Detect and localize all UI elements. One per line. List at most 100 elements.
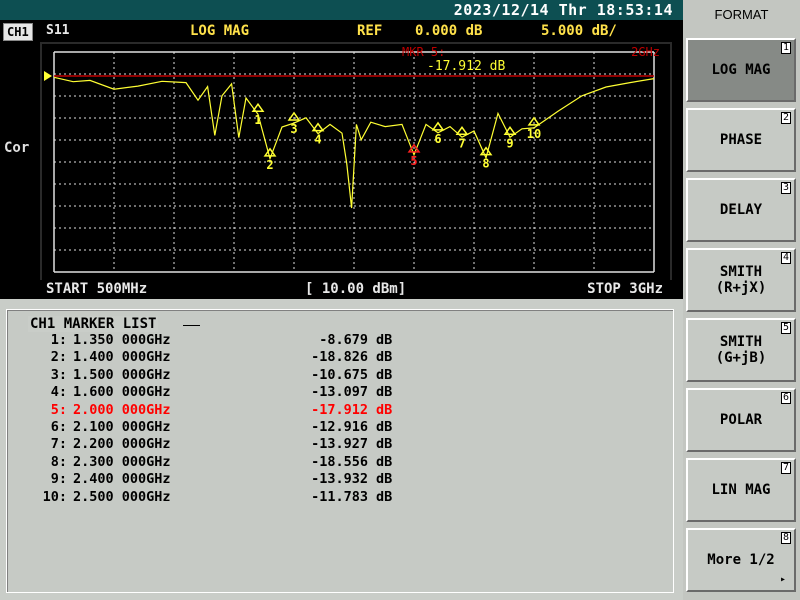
marker-list-row[interactable]: 10: 2.500 000GHz -11.783 dB [30,488,393,506]
marker-list-row[interactable]: 9: 2.400 000GHz -13.932 dB [30,471,393,488]
channel-indicator[interactable]: CH1 [3,23,33,41]
marker-readout-freq: 2GHz [631,45,660,59]
marker-10-label: 10 [527,127,541,141]
status-bar: 2023/12/14 Thr 18:53:14 [0,0,683,20]
marker-frequency: 1.600 000GHz [73,384,171,401]
marker-index: 7: [50,436,67,453]
softkey-number-badge: 6 [780,392,791,404]
ref-label: REF [357,23,383,39]
softkey-polar[interactable]: POLAR 6 [686,388,796,452]
marker-list-row[interactable]: 4: 1.600 000GHz -13.097 dB [30,384,393,401]
marker-unit: dB [376,488,393,505]
marker-4-label: 4 [314,133,321,147]
marker-value: -10.675 [311,366,368,383]
marker-unit: dB [376,419,393,435]
softkey-number-badge: 5 [780,322,791,334]
marker-value: -8.679 [319,332,368,348]
marker-value: -13.097 [311,384,368,401]
marker-frequency: 2.300 000GHz [73,453,171,470]
marker-readout-label: MKR 5: [402,45,445,59]
source-power: [ 10.00 dBm] [305,281,407,297]
marker-list-row[interactable]: 2: 1.400 000GHz -18.826 dB [30,349,393,366]
marker-unit: dB [376,453,393,470]
correction-indicator: Cor [4,140,30,156]
marker-frequency: 2.500 000GHz [73,488,171,505]
softkey-label: SMITH (G+jB) [715,334,767,366]
marker-frequency: 1.500 000GHz [73,366,171,383]
marker-index: 9: [50,471,67,488]
marker-index: 10: [42,488,67,505]
marker-frequency: 2.100 000GHz [73,419,171,435]
marker-unit: dB [376,349,393,366]
marker-5-label: 5 [410,154,417,168]
softkey-delay[interactable]: DELAY 3 [686,178,796,242]
marker-frequency: 2.000 000GHz [73,401,171,418]
softkey-phase[interactable]: PHASE 2 [686,108,796,172]
marker-list-row[interactable]: 5: 2.000 000GHz -17.912 dB [30,401,393,419]
marker-7-label: 7 [458,136,465,150]
marker-frequency: 1.350 000GHz [73,332,171,348]
softkey-number-badge: 8 [780,532,791,544]
marker-index: 6: [50,419,67,435]
datetime-readout: 2023/12/14 Thr 18:53:14 [453,1,673,19]
marker-unit: dB [376,436,393,453]
marker-list-row[interactable]: 1: 1.350 000GHz -8.679 dB [30,332,393,349]
marker-list-row[interactable]: 3: 1.500 000GHz -10.675 dB [30,366,393,384]
softkey-number-badge: 3 [780,182,791,194]
marker-value: -13.932 [311,471,368,488]
menu-title: FORMAT [714,7,769,22]
softkey-number-badge: 2 [780,112,791,124]
marker-4-triangle[interactable] [311,122,325,132]
marker-index: 1: [50,332,67,348]
marker-value: -12.916 [311,419,368,435]
sparam-label: S11 [46,23,70,38]
trace-plot[interactable]: MKR 5: 2GHz -17.912 dB 1 2 3 4 5 6 7 8 9 10 [40,42,672,286]
softkey-label: LOG MAG [711,62,771,78]
format-label: LOG MAG [190,23,250,39]
channel-header: CH1 S11 LOG MAG REF 0.000 dB 5.000 dB/ [0,20,683,42]
marker-9-label: 9 [506,136,513,150]
marker-3-label: 3 [290,122,297,136]
softkey-label: More 1/2 [707,552,775,568]
softkey-label: POLAR [719,412,763,428]
marker-value: -17.912 [311,401,368,418]
start-frequency: START 500MHz [46,281,148,297]
softkey-label: PHASE [719,132,763,148]
ref-value: 0.000 dB [415,23,483,39]
softkey-number-badge: 4 [780,252,791,264]
marker-2-label: 2 [266,158,273,172]
softkey-more-1-2[interactable]: More 1/2 8 ▸ [686,528,796,592]
stop-frequency: STOP 3GHz [587,281,663,297]
trace-plot-svg: MKR 5: 2GHz -17.912 dB 1 2 3 4 5 6 7 8 9 10 [44,45,660,273]
marker-list-row[interactable]: 6: 2.100 000GHz -12.916 dB [30,419,393,436]
marker-unit: dB [376,366,393,383]
more-arrow-icon: ▸ [779,574,786,585]
scale-readout: 5.000 dB/ [541,23,617,39]
softkey-lin-mag[interactable]: LIN MAG 7 [686,458,796,522]
sweep-bar: START 500MHz [ 10.00 dBm] STOP 3GHz [0,280,683,299]
title-divider [183,325,200,326]
marker-8-label: 8 [482,157,489,171]
softkey-log-mag[interactable]: LOG MAG 1 [686,38,796,102]
marker-value: -13.927 [311,436,368,453]
marker-value: -18.826 [311,349,368,366]
reference-marker-icon [44,71,52,81]
marker-unit: dB [376,332,393,348]
marker-frequency: 2.200 000GHz [73,436,171,453]
marker-list-row[interactable]: 7: 2.200 000GHz -13.927 dB [30,436,393,453]
marker-value: -11.783 [311,488,368,505]
marker-7-triangle[interactable] [455,125,469,136]
marker-index: 3: [50,366,67,383]
marker-list-row[interactable]: 8: 2.300 000GHz -18.556 dB [30,453,393,471]
marker-list-panel: CH1 MARKER LIST 1: 1.350 000GHz -8.679 dB 2:… [0,299,683,600]
marker-1-triangle[interactable] [251,102,265,112]
marker-value: -18.556 [311,453,368,470]
marker-unit: dB [376,384,393,401]
marker-6-triangle[interactable] [431,121,445,131]
softkey-label: LIN MAG [711,482,771,498]
softkey-smith-r-jx[interactable]: SMITH (R+jX) 4 [686,248,796,312]
softkey-label: SMITH (R+jX) [715,264,767,296]
marker-index: 5: [50,401,67,418]
marker-frequency: 1.400 000GHz [73,349,171,366]
softkey-smith-g-jb[interactable]: SMITH (G+jB) 5 [686,318,796,382]
